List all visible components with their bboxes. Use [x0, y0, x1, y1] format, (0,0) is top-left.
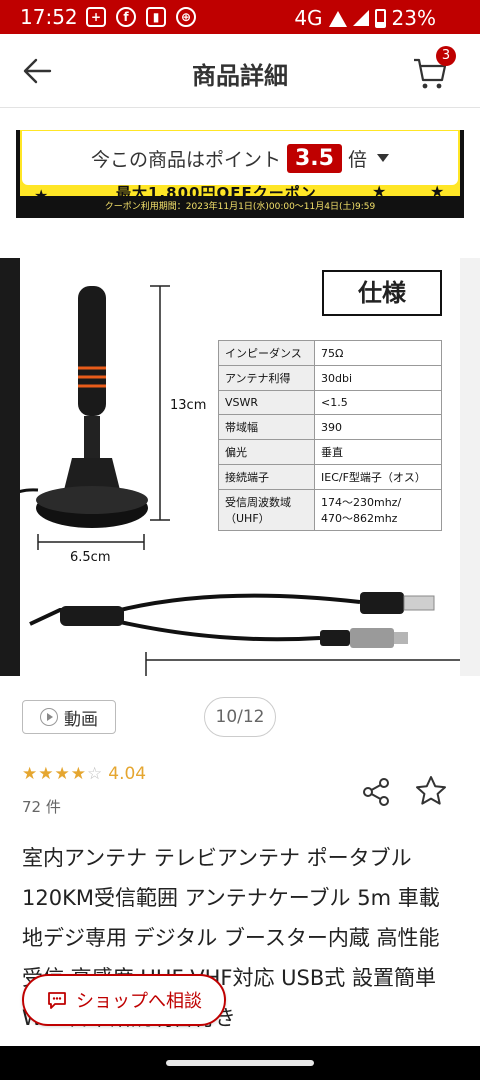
star-empty-icon: ☆: [87, 764, 103, 784]
rating-summary[interactable]: ★ ★ ★ ★ ☆ 4.04: [22, 764, 146, 784]
star-filled-icon: ★: [54, 764, 70, 784]
points-selector[interactable]: 今この商品はポイント 3.5 倍: [22, 131, 458, 185]
status-notification-icons: + f ▮ ⊕: [86, 7, 196, 27]
spec-value: 174〜230mhz/ 470〜862mhz: [314, 489, 442, 531]
battery-percent: 23%: [391, 6, 436, 30]
system-nav-bar: [0, 1046, 480, 1080]
spec-value: 垂直: [314, 439, 442, 465]
spec-key: 受信周波数域（UHF）: [218, 489, 315, 531]
rating-stars: ★ ★ ★ ★ ☆: [22, 764, 102, 784]
consult-label: ショップへ相談: [76, 991, 202, 1012]
favorite-button[interactable]: [414, 774, 448, 808]
network-type: 4G: [294, 6, 323, 30]
cart-button[interactable]: 3: [410, 46, 456, 92]
previous-image-peek[interactable]: [0, 258, 20, 676]
spec-row: 受信周波数域（UHF） 174〜230mhz/ 470〜862mhz: [218, 489, 442, 531]
review-count[interactable]: 72 件: [22, 796, 61, 817]
spec-value: 390: [314, 414, 442, 440]
spec-key: インピーダンス: [218, 340, 315, 366]
status-bar: 17:52 + f ▮ ⊕ 4G 23%: [0, 0, 480, 34]
points-suffix: 倍: [347, 148, 367, 171]
facebook-icon: f: [116, 7, 136, 27]
star-filled-icon: ★: [38, 764, 54, 784]
next-image-peek[interactable]: [460, 258, 480, 676]
status-right: 4G 23%: [294, 6, 436, 30]
spec-row: インピーダンス 75Ω: [218, 340, 442, 366]
points-multiplier: 3.5: [287, 143, 342, 173]
home-gesture-handle[interactable]: [166, 1060, 314, 1066]
page-title: 商品詳細: [192, 62, 288, 90]
spec-key: アンテナ利得: [218, 365, 315, 391]
star-filled-icon: ★: [22, 764, 38, 784]
height-label: 13cm: [170, 398, 207, 413]
globe-icon: ⊕: [176, 7, 196, 27]
star-filled-icon: ★: [70, 764, 86, 784]
spec-table: インピーダンス 75Ω アンテナ利得 30dbi VSWR <1.5 帯域幅 390 偏光 垂直接…: [218, 340, 442, 531]
spec-value: 30dbi: [314, 365, 442, 391]
signal-icon: [352, 10, 369, 26]
share-icon: [363, 778, 389, 806]
star-outline-icon: [416, 776, 446, 805]
spec-value: <1.5: [314, 390, 442, 415]
rating-value: 4.04: [108, 764, 147, 784]
spec-row: VSWR <1.5: [218, 390, 442, 415]
spec-row: 接続端子 IEC/F型端子（オス）: [218, 464, 442, 490]
width-label: 6.5cm: [70, 550, 111, 565]
video-label: 動画: [64, 709, 98, 730]
cart-count-badge: 3: [436, 46, 456, 66]
spec-value: 75Ω: [314, 340, 442, 366]
spec-title: 仕様: [322, 270, 442, 316]
image-page-counter: 10/12: [204, 697, 276, 737]
battery-saver-icon: +: [86, 7, 106, 27]
play-circle-icon: [40, 708, 58, 726]
spec-row: 偏光 垂直: [218, 439, 442, 465]
shop-consult-button[interactable]: ショップへ相談: [22, 974, 226, 1026]
product-image[interactable]: 13cm 6.5cm 仕様 インピーダンス 75Ω アンテナ利得 30dbi VSWR <…: [20, 258, 460, 676]
video-button[interactable]: 動画: [22, 700, 116, 734]
coupon-period: クーポン利用期間：2023年11月1日(水)00:00〜11月4日(土)9:59: [20, 196, 460, 218]
share-button[interactable]: [360, 776, 392, 808]
spec-value: IEC/F型端子（オス）: [314, 464, 442, 490]
spec-row: 帯域幅 390: [218, 414, 442, 440]
spec-key: 偏光: [218, 439, 315, 465]
sim-icon: ▮: [146, 7, 166, 27]
battery-icon: [374, 8, 386, 28]
app-header: 商品詳細 3: [0, 34, 480, 108]
chevron-down-icon: [377, 154, 389, 162]
spec-key: 接続端子: [218, 464, 315, 490]
product-image-carousel[interactable]: 13cm 6.5cm 仕様 インピーダンス 75Ω アンテナ利得 30dbi VSWR <…: [0, 258, 480, 676]
wifi-icon: [328, 11, 347, 27]
spec-key: VSWR: [218, 390, 315, 415]
chat-bubble-icon: [48, 992, 66, 1009]
spec-key: 帯域幅: [218, 414, 315, 440]
status-time: 17:52: [20, 5, 78, 29]
spec-row: アンテナ利得 30dbi: [218, 365, 442, 391]
points-prefix: 今この商品はポイント: [90, 148, 281, 171]
